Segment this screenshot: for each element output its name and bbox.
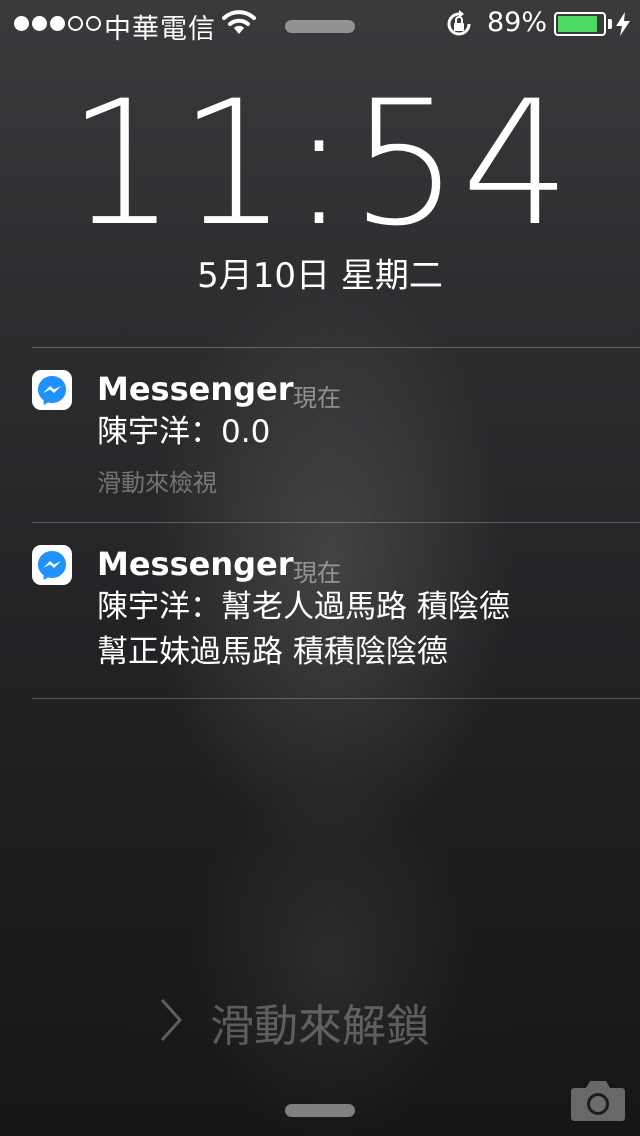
battery-tip <box>608 19 612 29</box>
control-center-grabber[interactable] <box>285 1104 355 1117</box>
notification-time: 現在 <box>293 559 341 587</box>
slide-to-unlock[interactable]: 滑動來解鎖 <box>0 990 640 1054</box>
signal-dot <box>68 16 83 31</box>
notification-center-grabber[interactable] <box>285 20 355 33</box>
signal-dot <box>86 16 101 31</box>
notification-divider <box>32 698 640 699</box>
lock-screen-time: 11:54 <box>67 63 573 264</box>
notification-app-name: Messenger <box>97 545 294 583</box>
battery-percentage: 89% <box>487 7 548 38</box>
signal-dot <box>50 16 65 31</box>
signal-dot <box>32 16 47 31</box>
notification-message: 陳宇洋：幫老人過馬路 積陰德 幫正妹過馬路 積積陰陰德 <box>97 589 510 670</box>
lock-screen-date: 5月10日 星期二 <box>197 256 443 296</box>
signal-dots-icon <box>14 16 101 31</box>
camera-icon[interactable] <box>570 1078 626 1126</box>
messenger-icon <box>32 370 72 410</box>
battery-icon <box>554 12 606 36</box>
notification-slide-hint: 滑動來檢視 <box>97 469 217 497</box>
charging-bolt-icon <box>616 12 630 43</box>
notification-time: 現在 <box>293 384 341 412</box>
notification-message: 陳宇洋：0.0 <box>97 414 271 450</box>
battery-fill <box>558 16 598 32</box>
messenger-icon <box>32 545 72 585</box>
signal-dot <box>14 16 29 31</box>
notification-item[interactable]: Messenger 現在 陳宇洋：幫老人過馬路 積陰德 幫正妹過馬路 積積陰陰德 <box>0 523 640 698</box>
notification-item[interactable]: Messenger 現在 陳宇洋：0.0 滑動來檢視 <box>0 348 640 522</box>
carrier-name: 中華電信 <box>104 14 216 45</box>
wifi-icon <box>222 8 256 43</box>
rotation-lock-icon <box>445 10 473 45</box>
status-bar: 中華電信 89% <box>0 0 640 48</box>
notification-app-name: Messenger <box>97 370 294 408</box>
